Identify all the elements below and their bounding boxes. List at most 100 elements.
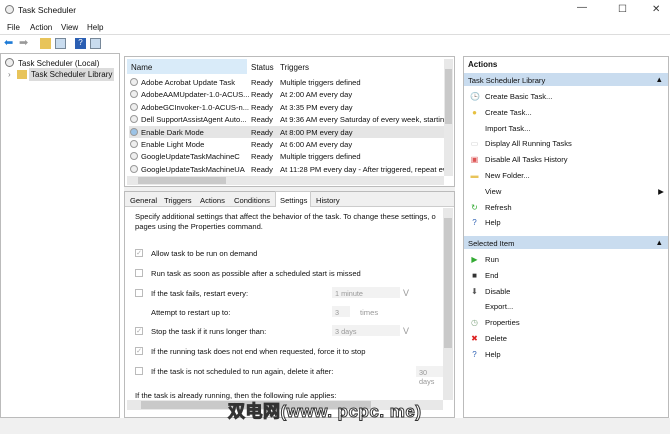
minimize-button[interactable]: — [577, 2, 587, 13]
task-list: Name Status Triggers Adobe Acrobat Updat… [124, 56, 455, 187]
collapse-icon: ▲ [655, 238, 663, 247]
maximize-button[interactable]: ☐ [618, 4, 627, 15]
task-clock-icon [130, 152, 138, 161]
setting-checkbox[interactable]: ✓ [135, 249, 143, 257]
tab-actions[interactable]: Actions [200, 196, 225, 205]
setting-dropdown[interactable]: 3 days [332, 325, 400, 336]
settings-intro-2: pages using the Properties command. [135, 222, 263, 231]
column-header-name[interactable]: Name [127, 59, 247, 74]
close-button[interactable]: ✕ [652, 4, 660, 15]
action-export[interactable]: Export... [464, 299, 668, 314]
back-icon[interactable]: ⬅ [4, 38, 15, 49]
task-clock-icon [130, 78, 138, 86]
action-delete[interactable]: ✖ Delete [464, 331, 668, 346]
action-refresh[interactable]: ↻ Refresh [464, 200, 668, 215]
setting-checkbox[interactable] [135, 269, 143, 277]
tab-settings[interactable]: Settings [275, 191, 311, 207]
task-triggers: At 6:00 AM every day [280, 140, 353, 149]
table-row[interactable]: Enable Dark Mode Ready At 8:00 PM every da… [129, 125, 445, 138]
setting-checkbox[interactable] [135, 367, 143, 375]
task-status: Ready [251, 78, 273, 87]
table-row[interactable]: GoogleUpdateTaskMachineC Ready Multiple tr… [129, 150, 445, 162]
action-run[interactable]: ▶ Run [464, 252, 668, 267]
action-help[interactable]: ? Help [464, 347, 668, 362]
action-help[interactable]: ? Help [464, 215, 668, 230]
task-triggers: At 3:35 PM every day [280, 102, 353, 112]
up-folder-icon[interactable] [40, 38, 51, 49]
chevron-down-icon[interactable]: V [403, 326, 409, 336]
app-clock-icon [5, 5, 14, 14]
tab-general[interactable]: General [130, 196, 157, 205]
task-name: Dell SupportAssistAgent Auto... [141, 115, 247, 125]
task-name: GoogleUpdateTaskMachineUA [141, 164, 245, 174]
restart-count-field[interactable]: 3 [332, 306, 350, 317]
task-status: Ready [251, 127, 273, 137]
menu-help[interactable]: Help [87, 23, 103, 32]
task-triggers: At 11:28 PM every day - After triggered,… [280, 164, 445, 174]
create-task-icon: ● [472, 107, 477, 117]
tab-history[interactable]: History [316, 196, 340, 205]
task-status: Ready [251, 152, 273, 162]
section-task-scheduler-library[interactable]: Task Scheduler Library ▲ [464, 73, 668, 86]
action-disable-all-tasks-history[interactable]: ▣ Disable All Tasks History [464, 152, 668, 167]
forward-icon[interactable]: ➡ [19, 38, 30, 49]
action-disable[interactable]: ⬇ Disable [464, 284, 668, 299]
task-name: AdobeAAMUpdater-1.0-ACUS... [141, 90, 249, 100]
setting-label: If the task is not scheduled to run agai… [151, 367, 334, 376]
section-selected-item[interactable]: Selected Item ▲ [464, 236, 668, 249]
action-create-task[interactable]: ● Create Task... [464, 105, 668, 120]
expand-chevron-icon[interactable]: › [8, 70, 11, 79]
setting-label: Stop the task if it runs longer than: [151, 327, 267, 336]
tree-task-scheduler-library[interactable]: Task Scheduler Library [29, 68, 115, 81]
chevron-down-icon[interactable]: V [403, 288, 409, 298]
action-properties[interactable]: ◷ Properties [464, 315, 668, 330]
create-basic-task-icon: 🕒 [470, 92, 480, 101]
disable-icon: ⬇ [471, 286, 478, 296]
setting-checkbox[interactable] [135, 289, 143, 297]
show-hide-action-pane-icon[interactable] [90, 38, 101, 49]
action-end[interactable]: ■ End [464, 268, 668, 283]
list-vertical-scrollbar[interactable] [444, 59, 453, 176]
new-folder-icon: ▬ [470, 171, 479, 180]
task-name: GoogleUpdateTaskMachineC [141, 152, 240, 162]
action-create-basic-task[interactable]: 🕒 Create Basic Task... [464, 89, 668, 104]
setting-label: Allow task to be run on demand [151, 249, 258, 258]
details-vertical-scrollbar[interactable] [443, 208, 453, 400]
task-clock-icon [130, 90, 138, 99]
setting-checkbox[interactable]: ✓ [135, 327, 143, 335]
menu-file[interactable]: File [7, 23, 20, 32]
task-name: Adobe Acrobat Update Task [141, 78, 236, 87]
setting-dropdown[interactable]: 1 minute [332, 287, 400, 298]
list-horizontal-scrollbar[interactable] [127, 176, 444, 185]
task-clock-icon [130, 140, 138, 148]
table-row[interactable]: AdobeAAMUpdater-1.0-ACUS... Ready At 2:00 … [129, 88, 445, 100]
table-row[interactable]: AdobeGCInvoker-1.0-ACUS-n... Ready At 3:35… [129, 101, 445, 113]
table-row[interactable]: Dell SupportAssistAgent Auto... Ready At 9… [129, 113, 445, 125]
show-hide-console-tree-icon[interactable] [55, 38, 66, 49]
collapse-icon: ▲ [655, 75, 663, 84]
task-triggers: Multiple triggers defined [280, 78, 361, 87]
action-import-task[interactable]: Import Task... [464, 121, 668, 136]
setting-label: Run task as soon as possible after a sch… [151, 269, 361, 278]
column-header-triggers[interactable]: Triggers [280, 63, 309, 72]
menu-action[interactable]: Action [30, 23, 52, 32]
help-icon[interactable]: ? [75, 38, 86, 49]
tree-root[interactable]: Task Scheduler (Local) [18, 59, 99, 68]
column-header-status[interactable]: Status [251, 63, 274, 72]
submenu-arrow-icon: ▶ [658, 186, 664, 196]
table-row[interactable]: GoogleUpdateTaskMachineUA Ready At 11:28 P… [129, 163, 445, 175]
task-clock-icon [130, 164, 138, 173]
table-row[interactable]: Enable Light Mode Ready At 6:00 AM every d… [129, 138, 445, 150]
tab-conditions[interactable]: Conditions [234, 196, 270, 205]
delete-after-field[interactable]: 30 days [416, 366, 444, 386]
action-new-folder[interactable]: ▬ New Folder... [464, 168, 668, 183]
action-display-all-running-tasks[interactable]: ▭ Display All Running Tasks [464, 136, 668, 151]
action-view[interactable]: View ▶ [464, 184, 668, 199]
run-icon: ▶ [471, 255, 478, 264]
tab-triggers[interactable]: Triggers [164, 196, 192, 205]
task-clock-icon [130, 102, 138, 111]
task-triggers: At 2:00 AM every day [280, 90, 353, 100]
menu-view[interactable]: View [61, 23, 78, 32]
table-row[interactable]: Adobe Acrobat Update Task Ready Multiple t… [129, 76, 445, 88]
setting-checkbox[interactable]: ✓ [135, 347, 143, 355]
